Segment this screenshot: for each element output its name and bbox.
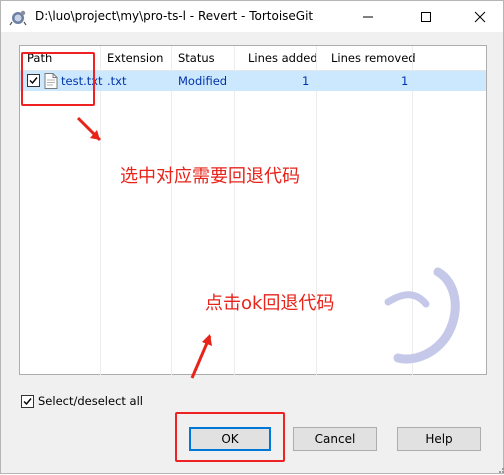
title-bar: D:\luo\project\my\pro-ts-l - Revert - To…: [1, 1, 503, 32]
column-divider[interactable]: [316, 46, 317, 376]
column-header-status[interactable]: Status: [178, 46, 215, 71]
cell-lines-removed: 1: [401, 74, 409, 88]
arrow-icon: [190, 334, 212, 379]
maximize-button[interactable]: [403, 1, 449, 32]
column-header-lines-removed[interactable]: Lines removed: [331, 46, 416, 71]
cell-status: Modified: [178, 74, 228, 88]
ok-button[interactable]: OK: [189, 427, 271, 451]
swirl-watermark-icon: [384, 267, 460, 364]
window-title: D:\luo\project\my\pro-ts-l - Revert - To…: [35, 9, 314, 23]
cell-lines-added: 1: [302, 74, 310, 88]
checkmark-icon: [29, 77, 38, 85]
resize-grip-icon[interactable]: [495, 463, 504, 475]
close-button[interactable]: [457, 1, 503, 32]
file-icon: [44, 73, 58, 89]
list-header: Path Extension Status Lines added Lines …: [20, 46, 486, 71]
column-header-lines-added[interactable]: Lines added: [248, 46, 318, 71]
maximize-icon: [421, 11, 431, 22]
row-checkbox[interactable]: [27, 74, 40, 87]
help-button[interactable]: Help: [397, 427, 481, 451]
column-header-path[interactable]: Path: [27, 46, 52, 71]
close-icon: [474, 11, 486, 22]
column-divider[interactable]: [234, 46, 235, 376]
select-all-checkbox[interactable]: [21, 395, 34, 408]
column-divider[interactable]: [171, 46, 172, 376]
cancel-button[interactable]: Cancel: [293, 427, 377, 451]
minimize-button[interactable]: [345, 1, 391, 32]
annotation-click-text: 点击ok回退代码: [205, 293, 335, 314]
table-row[interactable]: test.txt .txt Modified 1 1: [20, 71, 486, 91]
cell-path: test.txt: [61, 74, 103, 88]
cell-extension: .txt: [107, 74, 127, 88]
checkmark-icon: [23, 398, 32, 406]
column-divider[interactable]: [100, 46, 101, 376]
revert-dialog: D:\luo\project\my\pro-ts-l - Revert - To…: [0, 0, 504, 474]
tortoisegit-icon: [9, 10, 27, 26]
arrow-icon: [76, 116, 102, 142]
select-all-label[interactable]: Select/deselect all: [38, 394, 143, 408]
minimize-icon: [363, 16, 373, 17]
annotation-select-text: 选中对应需要回退代码: [120, 166, 300, 187]
column-header-extension[interactable]: Extension: [107, 46, 163, 71]
